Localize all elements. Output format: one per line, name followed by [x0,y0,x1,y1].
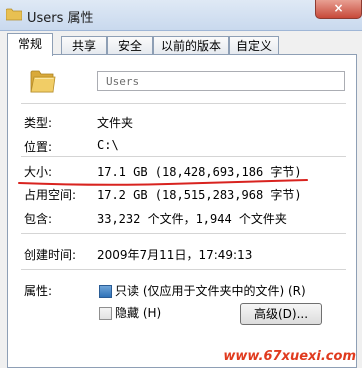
tab-strip: 常规 共享 安全 以前的版本 自定义 [7,33,357,56]
location-value: C:\ [97,138,119,152]
divider [21,156,346,157]
readonly-label[interactable]: 只读 (仅应用于文件夹中的文件) (R) [115,282,306,299]
divider [21,269,346,270]
advanced-button[interactable]: 高级(D)... [240,303,322,325]
type-value: 文件夹 [97,116,134,130]
hidden-label[interactable]: 隐藏 (H) [115,304,161,321]
divider [21,103,346,104]
location-label: 位置: [24,140,53,154]
tab-previous-versions[interactable]: 以前的版本 [153,36,229,55]
hidden-checkbox[interactable] [99,307,112,320]
readonly-checkbox[interactable] [99,285,112,298]
tab-security[interactable]: 安全 [107,36,153,55]
contains-label: 包含: [24,212,53,226]
folder-name-field[interactable]: Users [97,71,345,91]
tab-customize[interactable]: 自定义 [229,36,279,55]
type-label: 类型: [24,116,53,130]
general-panel: Users 类型: 文件夹 位置: C:\ 大小: 17.1 GB (18,42… [7,54,357,368]
attributes-label: 属性: [24,284,53,298]
folder-icon [6,8,22,21]
properties-dialog: Users 属性 × 常规 共享 安全 以前的版本 自定义 Users 类型: … [0,0,362,368]
contains-value: 33,232 个文件，1,944 个文件夹 [97,212,287,226]
created-value: 2009年7月11日，17:49:13 [97,248,253,262]
close-icon: × [333,1,344,15]
divider [21,233,346,234]
tab-general[interactable]: 常规 [7,33,53,56]
close-button[interactable]: × [315,0,362,19]
watermark-text: www.67xuexi.com [223,349,356,364]
disk-size-label: 占用空间: [24,188,77,202]
window-title: Users 属性 [27,11,94,26]
tab-sharing[interactable]: 共享 [61,36,107,55]
created-label: 创建时间: [24,248,77,262]
title-bar: Users 属性 × [0,0,362,31]
folder-large-icon [30,70,56,93]
disk-size-value: 17.2 GB (18,515,283,968 字节) [97,188,302,202]
